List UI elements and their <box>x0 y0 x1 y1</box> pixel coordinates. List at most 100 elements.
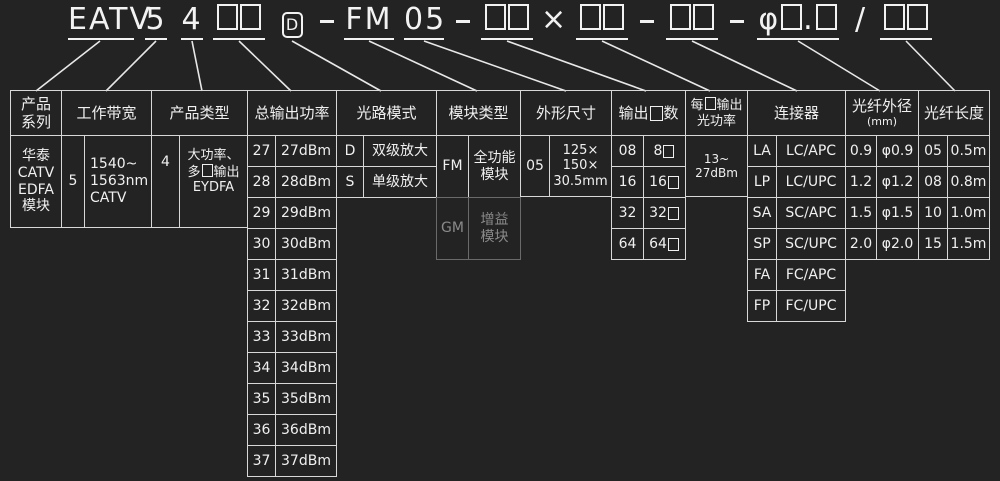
line-size <box>423 40 567 92</box>
route-code-cell: D <box>336 135 364 167</box>
length-code-cell: 10 <box>918 197 948 229</box>
line-module <box>368 40 478 92</box>
perport-value: 13~ 27dBm <box>685 135 748 197</box>
header-route: 光路模式 <box>336 90 437 136</box>
module-value-cell: 全功能 模块 <box>468 135 521 198</box>
power-value-cell: 37dBm <box>275 445 337 477</box>
ports-value-cell: 8 <box>643 135 686 167</box>
header-ptype: 产品类型 <box>151 90 248 136</box>
power-code-cell: 37 <box>247 445 276 477</box>
ports-code-cell: 16 <box>611 166 644 198</box>
power-value-cell: 29dBm <box>275 197 337 229</box>
route-code-cell: S <box>336 166 364 198</box>
diameter-code-cell: 2.0 <box>845 228 877 260</box>
power-value-cell: 27dBm <box>275 135 337 167</box>
ports-value-cell: 16 <box>643 166 686 198</box>
power-code-cell: 36 <box>247 414 276 446</box>
power-code-cell: 29 <box>247 197 276 229</box>
power-value-cell: 28dBm <box>275 166 337 198</box>
connector-value-cell: SC/UPC <box>776 228 846 260</box>
header-power: 总输出功率 <box>247 90 337 136</box>
power-code-cell: 28 <box>247 166 276 198</box>
line-band <box>105 40 157 92</box>
power-code-cell: 30 <box>247 228 276 260</box>
length-value-cell: 1.0m <box>947 197 990 229</box>
connector-value-cell: LC/APC <box>776 135 846 167</box>
route-value-cell: 单级放大 <box>363 166 437 198</box>
length-code-cell: 05 <box>918 135 948 167</box>
series-cell: 华泰 CATV EDFA 模块 <box>10 135 62 228</box>
power-code-cell: 33 <box>247 321 276 353</box>
header-band: 工作带宽 <box>61 90 152 136</box>
module-code-cell: FM <box>436 135 469 198</box>
power-value-cell: 31dBm <box>275 259 337 291</box>
connector-code-cell: LP <box>747 166 777 198</box>
square-icon <box>663 144 675 158</box>
connector-code-cell: SA <box>747 197 777 229</box>
connector-value-cell: LC/UPC <box>776 166 846 198</box>
connector-code-cell: FP <box>747 290 777 322</box>
length-code-cell: 08 <box>918 166 948 198</box>
line-power <box>238 40 292 92</box>
ports-code-cell: 08 <box>611 135 644 167</box>
line-connector <box>691 40 798 92</box>
ptype-code: 4 <box>151 135 180 228</box>
length-value-cell: 0.8m <box>947 166 990 198</box>
connector-code-cell: FA <box>747 259 777 291</box>
power-code-cell: 32 <box>247 290 276 322</box>
connector-value-cell: SC/APC <box>776 197 846 229</box>
header-ports: 输出数 <box>611 90 686 136</box>
power-code-cell: 35 <box>247 383 276 415</box>
power-code-cell: 34 <box>247 352 276 384</box>
diameter-value-cell: φ2.0 <box>876 228 919 260</box>
route-value-cell: 双级放大 <box>363 135 437 167</box>
connector-value-cell: FC/UPC <box>776 290 846 322</box>
band-text: 1540~ 1563nm CATV <box>84 135 152 228</box>
line-diameter <box>797 40 881 92</box>
connector-lines <box>35 40 956 92</box>
line-length <box>905 40 956 92</box>
header-connector: 连接器 <box>747 90 846 136</box>
power-value-cell: 34dBm <box>275 352 337 384</box>
connector-value-cell: FC/APC <box>776 259 846 291</box>
length-value-cell: 0.5m <box>947 135 990 167</box>
line-perport <box>601 40 711 92</box>
ports-value-cell: 64 <box>643 228 686 260</box>
square-icon <box>667 175 679 189</box>
power-value-cell: 35dBm <box>275 383 337 415</box>
diameter-value-cell: φ1.2 <box>876 166 919 198</box>
header-perport: 每输出 光功率 <box>685 90 748 136</box>
band-code: 5 <box>61 135 85 228</box>
ports-code-cell: 32 <box>611 197 644 229</box>
diameter-value-cell: φ0.9 <box>876 135 919 167</box>
square-icon <box>667 206 679 220</box>
header-diameter: 光纤外径 (mm) <box>845 90 919 136</box>
ports-code-cell: 64 <box>611 228 644 260</box>
line-ptype <box>191 40 203 92</box>
header-series: 产品 系列 <box>10 90 62 136</box>
module-code-cell: GM <box>436 197 469 260</box>
header-size: 外形尺寸 <box>520 90 612 136</box>
power-value-cell: 36dBm <box>275 414 337 446</box>
power-value-cell: 30dBm <box>275 228 337 260</box>
header-length: 光纤长度 <box>918 90 990 136</box>
length-value-cell: 1.5m <box>947 228 990 260</box>
module-value-cell: 增益 模块 <box>468 197 521 260</box>
power-code-cell: 31 <box>247 259 276 291</box>
connector-code-cell: SP <box>747 228 777 260</box>
header-module: 模块类型 <box>436 90 521 136</box>
line-series <box>35 40 101 92</box>
diameter-value-cell: φ1.5 <box>876 197 919 229</box>
diameter-code-cell: 1.5 <box>845 197 877 229</box>
size-code: 05 <box>520 135 550 197</box>
power-value-cell: 33dBm <box>275 321 337 353</box>
line-ports <box>506 40 647 92</box>
connector-code-cell: LA <box>747 135 777 167</box>
size-value: 125× 150× 30.5mm <box>549 135 612 197</box>
ports-value-cell: 32 <box>643 197 686 229</box>
line-route <box>291 40 382 92</box>
ptype-text: 大功率、 多输出 EYDFA <box>179 135 248 228</box>
power-value-cell: 32dBm <box>275 290 337 322</box>
diameter-code-cell: 1.2 <box>845 166 877 198</box>
length-code-cell: 15 <box>918 228 948 260</box>
